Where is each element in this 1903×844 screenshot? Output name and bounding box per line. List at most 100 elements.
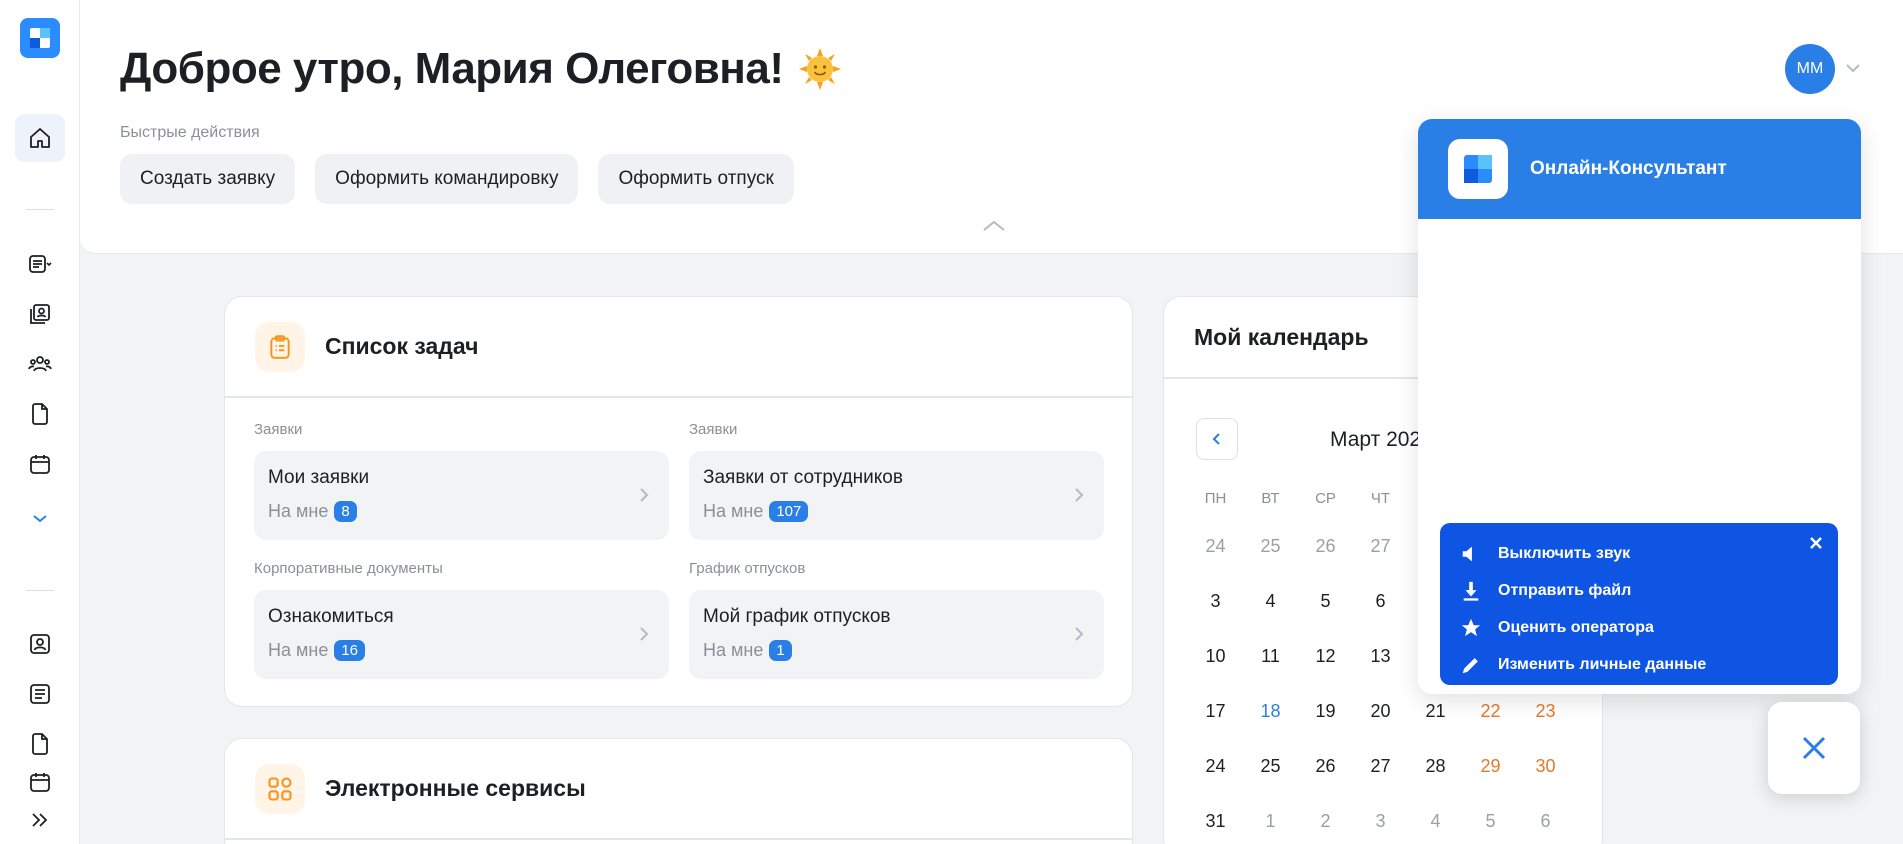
vacation-schedule-item[interactable]: Мой график отпусков На мне 1: [689, 590, 1104, 679]
calendar-day[interactable]: 31: [1188, 794, 1243, 844]
vacation-button[interactable]: Оформить отпуск: [598, 154, 794, 204]
avatar[interactable]: ММ: [1785, 44, 1835, 94]
weekday-label: ВТ: [1261, 490, 1280, 507]
sidebar-item-documents[interactable]: [15, 390, 65, 438]
calendar-day[interactable]: 27: [1353, 519, 1408, 574]
sidebar-item-contacts[interactable]: [15, 290, 65, 338]
edit-personal-data-item[interactable]: Изменить личные данные: [1460, 646, 1818, 683]
calendar-day[interactable]: 4: [1408, 794, 1463, 844]
task-name: Заявки от сотрудников: [703, 467, 903, 488]
calendar-day[interactable]: 28: [1408, 739, 1463, 794]
chat-title: Онлайн-Консультант: [1530, 158, 1727, 179]
rate-operator-item[interactable]: Оценить оператора: [1460, 609, 1818, 646]
calendar-day[interactable]: 20: [1353, 684, 1408, 739]
business-trip-button[interactable]: Оформить командировку: [315, 154, 579, 204]
weekday-label: СР: [1315, 490, 1336, 507]
task-list-card: Список задач Заявки Мои заявки На мне 8 З…: [224, 296, 1133, 707]
calendar-day[interactable]: 4: [1243, 574, 1298, 629]
sidebar-item-requests[interactable]: [15, 240, 65, 288]
task-list-header: Список задач: [225, 297, 1132, 398]
sidebar: [0, 0, 80, 844]
calendar-day[interactable]: 6: [1518, 794, 1573, 844]
task-grid: Заявки Мои заявки На мне 8 Заявки Заявки …: [254, 421, 1104, 699]
close-icon[interactable]: [1808, 535, 1824, 551]
chat-close-button[interactable]: [1768, 702, 1860, 794]
calendar-day[interactable]: 24: [1188, 739, 1243, 794]
acknowledge-docs-item[interactable]: Ознакомиться На мне 16: [254, 590, 669, 679]
sidebar-item-home[interactable]: [15, 114, 65, 162]
calendar-icon: [30, 773, 50, 792]
chevron-down-icon: [33, 515, 47, 523]
download-icon: [1463, 581, 1479, 601]
create-request-button[interactable]: Создать заявку: [120, 154, 296, 204]
calendar-day[interactable]: 26: [1298, 739, 1353, 794]
calendar-day[interactable]: 29: [1463, 739, 1518, 794]
sun-icon: [798, 48, 841, 90]
chat-options-menu: Выключить звук Отправить файл Оценить оп…: [1440, 523, 1838, 685]
calendar-day[interactable]: 13: [1353, 629, 1408, 684]
task-cell: Заявки Мои заявки На мне 8: [254, 421, 669, 560]
sidebar-collapse-toggle[interactable]: [15, 800, 65, 840]
calendar-day[interactable]: 27: [1353, 739, 1408, 794]
task-sub-label: На мне: [703, 640, 764, 660]
calendar-day[interactable]: 12: [1298, 629, 1353, 684]
e-services-header: Электронные сервисы: [225, 739, 1132, 840]
chat-item-label: Оценить оператора: [1498, 618, 1654, 636]
task-cell: Заявки Заявки от сотрудников На мне 107: [689, 421, 1104, 560]
calendar-day[interactable]: 19: [1298, 684, 1353, 739]
calendar-day[interactable]: 10: [1188, 629, 1243, 684]
quick-actions-title: Быстрые действия: [120, 124, 260, 141]
task-sub-label: На мне: [268, 640, 329, 660]
task-list-title: Список задач: [325, 333, 479, 359]
home-icon: [30, 128, 50, 148]
chevron-right-icon: [640, 488, 649, 502]
greeting-text: Доброе утро, Мария Олеговна!: [120, 44, 784, 93]
calendar-icon: [30, 455, 50, 474]
sidebar-expand[interactable]: [15, 494, 65, 542]
calendar-day[interactable]: 30: [1518, 739, 1573, 794]
clipboard-icon: [255, 321, 305, 372]
chevron-up-icon[interactable]: [980, 218, 1008, 234]
calendar-day[interactable]: 1: [1243, 794, 1298, 844]
sidebar-item-schedule[interactable]: [15, 770, 65, 794]
calendar-day[interactable]: 25: [1243, 739, 1298, 794]
mute-sound-item[interactable]: Выключить звук: [1460, 535, 1818, 572]
calendar-day[interactable]: 2: [1298, 794, 1353, 844]
count-badge: 107: [769, 501, 809, 522]
sidebar-item-notes[interactable]: [15, 670, 65, 718]
sidebar-item-people[interactable]: [15, 340, 65, 388]
sidebar-item-calendar[interactable]: [15, 440, 65, 488]
calendar-day[interactable]: 11: [1243, 629, 1298, 684]
pencil-icon: [1462, 657, 1478, 673]
employee-requests-item[interactable]: Заявки от сотрудников На мне 107: [689, 451, 1104, 540]
calendar-day[interactable]: 3: [1353, 794, 1408, 844]
calendar-day[interactable]: 26: [1298, 519, 1353, 574]
sidebar-item-files[interactable]: [15, 720, 65, 768]
calendar-day[interactable]: 3: [1188, 574, 1243, 629]
calendar-day[interactable]: 5: [1463, 794, 1518, 844]
calendar-day[interactable]: 17: [1188, 684, 1243, 739]
calendar-day[interactable]: 25: [1243, 519, 1298, 574]
calendar-day[interactable]: 18: [1243, 684, 1298, 739]
count-badge: 16: [334, 640, 366, 661]
my-requests-item[interactable]: Мои заявки На мне 8: [254, 451, 669, 540]
sidebar-divider: [26, 209, 54, 210]
calendar-day[interactable]: 5: [1298, 574, 1353, 629]
task-name: Ознакомиться: [268, 606, 394, 627]
file-icon: [32, 733, 48, 755]
chevron-down-icon[interactable]: [1845, 62, 1861, 74]
star-icon: [1461, 618, 1481, 636]
calendar-day[interactable]: 24: [1188, 519, 1243, 574]
send-file-item[interactable]: Отправить файл: [1460, 572, 1818, 609]
task-sub: На мне 1: [703, 640, 1090, 661]
grid-icon: [255, 763, 305, 814]
task-sub: На мне 16: [268, 640, 655, 661]
speaker-icon: [1462, 546, 1472, 561]
chat-item-label: Изменить личные данные: [1498, 655, 1707, 673]
contacts-icon: [30, 304, 50, 324]
sidebar-item-profile[interactable]: [15, 620, 65, 668]
calendar-day[interactable]: 6: [1353, 574, 1408, 629]
prev-month-button[interactable]: [1196, 418, 1238, 460]
e-services-card: Электронные сервисы: [224, 738, 1133, 844]
app-logo[interactable]: [20, 18, 60, 58]
